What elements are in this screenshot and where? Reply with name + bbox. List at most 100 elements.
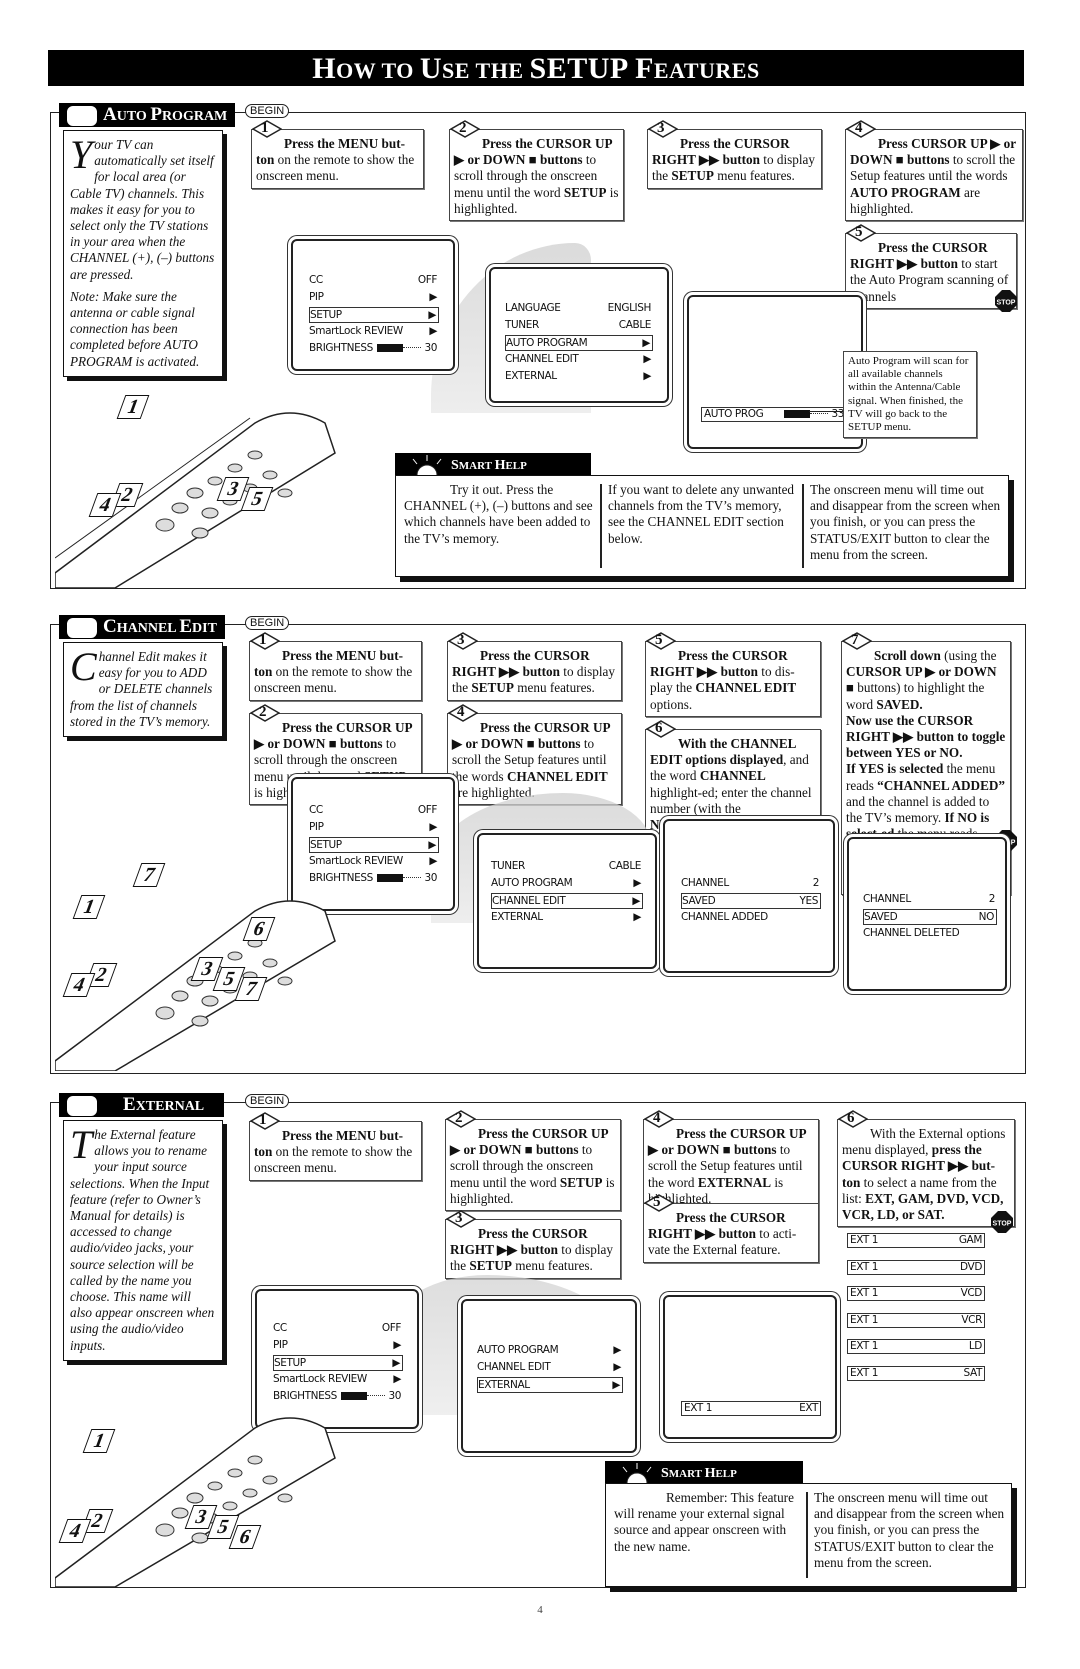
text-span: PIP ▶ bbox=[273, 1338, 403, 1352]
text-span: 5 bbox=[855, 224, 863, 240]
step-number-badge: 1 bbox=[252, 120, 282, 150]
menu-item-value: ▶ bbox=[429, 821, 437, 833]
step-1: 1 Press the MENU but-ton on the remote to… bbox=[251, 120, 424, 189]
text-span bbox=[227, 463, 243, 473]
text-span: 3 bbox=[455, 1210, 463, 1226]
text-span: 2 bbox=[250, 704, 280, 734]
menu-item-value: VCR bbox=[961, 1314, 982, 1326]
text-span bbox=[186, 1492, 204, 1504]
text-span: STOP bbox=[997, 300, 1016, 307]
text-span bbox=[247, 1455, 263, 1465]
ext-name-row: EXT 1 EXT bbox=[681, 1401, 821, 1416]
menu-item-value: ▶ bbox=[428, 309, 436, 321]
text-span: options. bbox=[650, 696, 693, 712]
callout-note: Auto Program will scan for all available… bbox=[843, 351, 977, 439]
menu-item-label: SETUP bbox=[310, 309, 342, 321]
menu-item-label: EXT 1 bbox=[850, 1314, 879, 1326]
menu-item-value: CABLE bbox=[608, 860, 642, 872]
text-span: 3 bbox=[657, 120, 665, 136]
menu-item-label: SmartLock REVIEW bbox=[309, 325, 403, 337]
text-span: 1 bbox=[259, 632, 267, 648]
step-bold: SETUP bbox=[559, 1174, 603, 1190]
text-span: CC OFF bbox=[309, 803, 439, 817]
step-2: 2 Press the CURSOR UP ▶ or DOWN ■ buttons… bbox=[449, 120, 624, 222]
text-span bbox=[810, 413, 829, 414]
header-text: A bbox=[103, 104, 117, 125]
menu-item-label: EXTERNAL bbox=[505, 370, 557, 382]
step-bold: SAVED. bbox=[876, 696, 923, 712]
text-span: ELP bbox=[715, 1468, 737, 1480]
smart-help-content: Try it out. Press the CHANNEL (+), (–) b… bbox=[395, 475, 1009, 577]
text-span: XTERNAL bbox=[135, 1099, 205, 1114]
text-span: 3 bbox=[446, 1210, 476, 1240]
text-span bbox=[191, 527, 209, 539]
tv-icon bbox=[67, 106, 97, 126]
step-bold: SETUP bbox=[471, 680, 514, 696]
text-span: 1 bbox=[259, 1112, 267, 1128]
text-span: 4 bbox=[644, 1110, 674, 1140]
divider bbox=[802, 484, 804, 568]
step-2: 2 Press the CURSOR UP ▶ or DOWN ■ buttons… bbox=[445, 1110, 621, 1212]
smart-help-tip: Try it out. Press the CHANNEL (+), (–) b… bbox=[404, 482, 593, 546]
text-span: 4 bbox=[457, 704, 465, 720]
menu-row: EXTERNAL ▶ bbox=[505, 369, 653, 383]
header-text: UTO bbox=[116, 109, 151, 124]
menu-item-value: DVD bbox=[960, 1261, 982, 1273]
text-span: 5 bbox=[644, 1194, 674, 1224]
menu-item-value: ▶ bbox=[393, 1339, 401, 1351]
text-span: DIT bbox=[192, 621, 217, 636]
menu-item-label: CHANNEL EDIT bbox=[477, 1361, 551, 1373]
title-part: H bbox=[312, 52, 337, 85]
step-bold: CHANNEL EDIT bbox=[695, 680, 797, 696]
text-span: CHANNEL DELETED bbox=[863, 926, 997, 940]
text-span bbox=[191, 1015, 209, 1027]
menu-row-highlighted: SETUP ▶ bbox=[309, 837, 439, 853]
step-bold: EXTERNAL bbox=[697, 1174, 772, 1190]
channel-edit-section: CHANNEL EDIT BEGIN Channel Edit makes it… bbox=[50, 615, 1026, 1074]
step-bold: Now use the CURSOR RIGHT ▶▶ button to to… bbox=[846, 712, 1006, 761]
text-span bbox=[207, 476, 223, 486]
menu-row-highlighted: EXTERNAL ▶ bbox=[477, 1377, 623, 1393]
text-span: PIP ▶ bbox=[309, 820, 439, 834]
text-span bbox=[262, 470, 278, 480]
smart-help-tip: Remember: This feature will rename your … bbox=[614, 1490, 794, 1554]
menu-item-label: BRIGHTNESS bbox=[309, 342, 373, 354]
menu-item-label: CC bbox=[309, 274, 323, 286]
text-span: ELP bbox=[505, 460, 527, 472]
menu-item-label: CHANNEL ADDED bbox=[681, 911, 768, 923]
menu-item-label: SAVED bbox=[864, 911, 898, 923]
step-bold: SETUP bbox=[469, 1258, 512, 1274]
text-span: SmartLock REVIEW ▶ bbox=[309, 854, 439, 868]
smart-help-box: SMART HELP Try it out. Press the CHANNEL… bbox=[395, 453, 1025, 583]
text-span: 1 bbox=[261, 120, 269, 136]
text-span: CHANNEL 2 bbox=[863, 892, 997, 906]
menu-row-highlighted: AUTO PROGRAM ▶ bbox=[505, 335, 653, 351]
text-span: STOP bbox=[993, 1221, 1012, 1228]
menu-row: SmartLock REVIEW ▶ bbox=[309, 324, 439, 338]
text-span: TUNER CABLE bbox=[491, 859, 643, 873]
step-bold: “CHANNEL ADDED” bbox=[877, 777, 1005, 793]
section-header: EXTERNAL bbox=[59, 1093, 225, 1117]
stop-icon: STOP bbox=[991, 1211, 1013, 1233]
menu-row: PIP ▶ bbox=[309, 290, 439, 304]
tv-screen-main-menu: CC OFF PIP ▶ SETUP ▶ SmartLock REVIEW ▶ BRIG… bbox=[291, 239, 455, 371]
menu-item-value: ▶ bbox=[633, 911, 641, 923]
intro-box: The External feature allows you to renam… bbox=[63, 1120, 223, 1361]
menu-item-label: SmartLock REVIEW bbox=[273, 1373, 367, 1385]
brightness-bar bbox=[377, 344, 404, 352]
menu-item-value: EXT bbox=[799, 1402, 818, 1414]
text-span: 2 bbox=[259, 704, 267, 720]
text-span: H bbox=[494, 458, 506, 473]
text-span: 3 bbox=[457, 632, 465, 648]
text-span: 30 bbox=[388, 1390, 401, 1402]
menu-item-label: EXT 1 bbox=[850, 1367, 879, 1379]
smart-help-tip: The onscreen menu will time out and disa… bbox=[810, 482, 1001, 562]
intro-box: Your TV can automatically set itself for… bbox=[63, 130, 223, 377]
menu-item-value: OFF bbox=[417, 804, 438, 816]
tv-screen-setup-menu: AUTO PROGRAM ▶ CHANNEL EDIT ▶ EXTERNAL ▶ bbox=[461, 1299, 637, 1453]
menu-item-value: 2 bbox=[812, 877, 820, 889]
menu-item-value: ▶ bbox=[429, 291, 437, 303]
tv-screen-channel-deleted: CHANNEL 2 SAVED NO CHANNEL DELETED bbox=[847, 837, 1007, 991]
menu-item-value: ▶ bbox=[642, 337, 650, 349]
text-span bbox=[227, 951, 243, 961]
